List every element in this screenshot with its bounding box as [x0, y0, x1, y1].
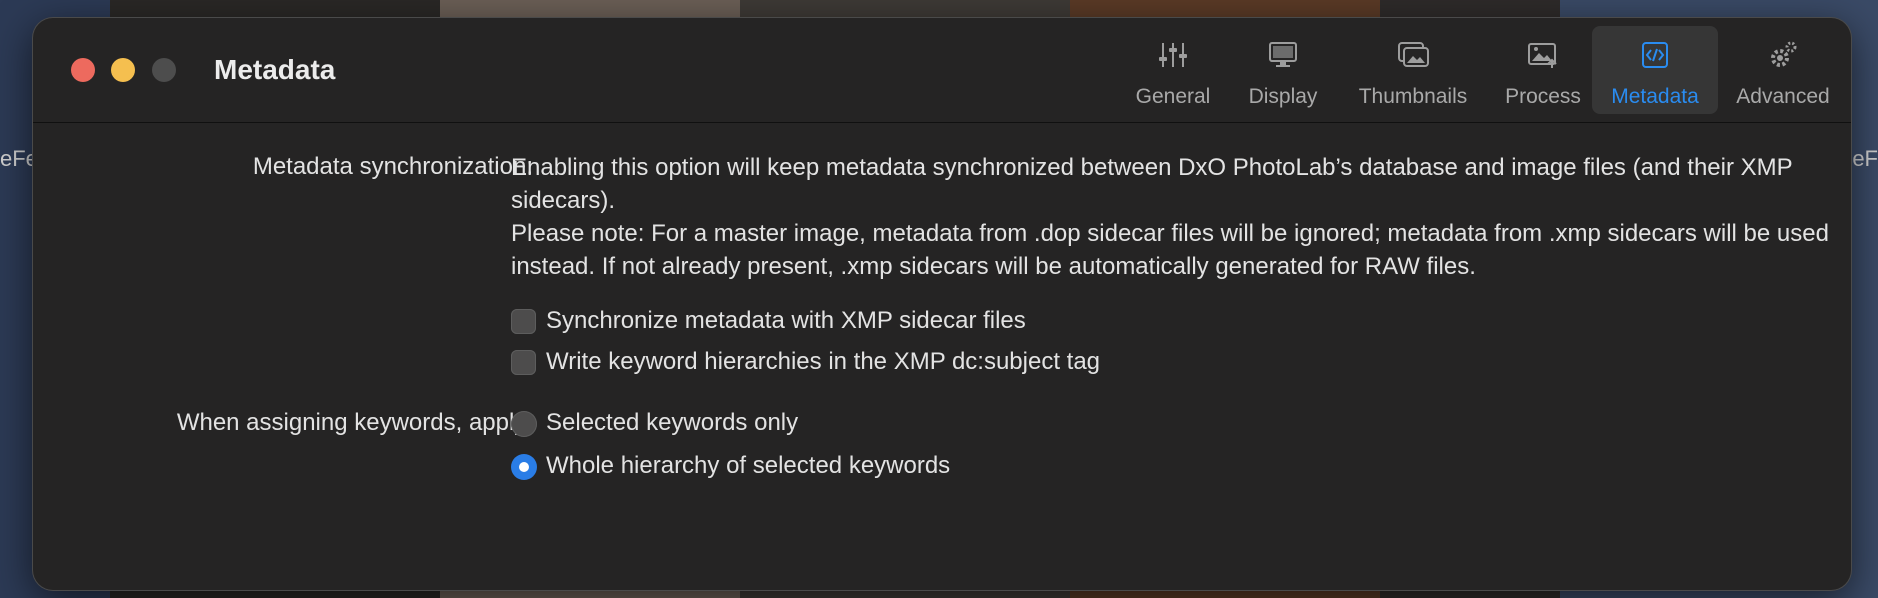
toolbar: Metadata General Display Thumbnails Proc…: [33, 18, 1851, 123]
preferences-window: Metadata General Display Thumbnails Proc…: [33, 18, 1851, 590]
selected-keywords-label[interactable]: Selected keywords only: [546, 409, 798, 437]
tab-label: Thumbnails: [1358, 85, 1468, 108]
sliders-icon: [1159, 43, 1187, 67]
tab-label: Metadata: [1611, 85, 1699, 108]
sync-note-text: Please note: For a master image, metadat…: [511, 220, 1829, 280]
window-title: Metadata: [214, 54, 336, 85]
minimize-window-button[interactable]: [111, 58, 135, 82]
keyword-hierarchy-label[interactable]: Write keyword hierarchies in the XMP dc:…: [546, 348, 1100, 376]
tab-advanced[interactable]: Advanced: [1718, 26, 1848, 114]
image-export-icon: [1528, 43, 1557, 68]
tab-label: Process: [1505, 85, 1581, 108]
tab-thumbnails[interactable]: Thumbnails: [1338, 26, 1488, 114]
tab-process[interactable]: Process: [1488, 26, 1598, 114]
tab-metadata[interactable]: Metadata: [1592, 26, 1718, 114]
selected-keywords-radio[interactable]: [511, 411, 537, 437]
keyword-hierarchy-checkbox[interactable]: [511, 350, 536, 375]
tab-general[interactable]: General: [1114, 26, 1232, 114]
thumbnails-icon: [1398, 42, 1429, 67]
sync-xmp-checkbox[interactable]: [511, 309, 536, 334]
monitor-icon: [1269, 42, 1297, 67]
code-document-icon: [1642, 42, 1668, 68]
tab-label: General: [1135, 85, 1211, 108]
whole-hierarchy-label[interactable]: Whole hierarchy of selected keywords: [546, 452, 950, 480]
tab-label: Advanced: [1736, 85, 1830, 108]
close-window-button[interactable]: [71, 58, 95, 82]
gears-icon: [1771, 41, 1797, 67]
metadata-pane: Metadata synchronization: Enabling this …: [33, 123, 1851, 590]
tab-display[interactable]: Display: [1228, 26, 1338, 114]
whole-hierarchy-radio[interactable]: [511, 454, 537, 480]
sync-xmp-label[interactable]: Synchronize metadata with XMP sidecar fi…: [546, 307, 1026, 335]
sync-label: Metadata synchronization:: [252, 153, 533, 180]
sync-description-text: Enabling this option will keep metadata …: [511, 154, 1793, 214]
keywords-label: When assigning keywords, apply:: [176, 409, 533, 436]
zoom-window-button[interactable]: [152, 58, 176, 82]
sync-description: Enabling this option will keep metadata …: [511, 151, 1851, 283]
tab-label: Display: [1248, 85, 1318, 108]
